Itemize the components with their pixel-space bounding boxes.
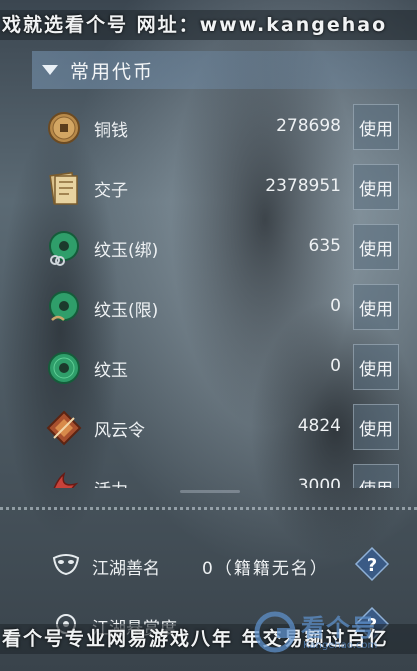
- scroll-handle[interactable]: [180, 490, 240, 493]
- section-title: 常用代币: [70, 60, 155, 83]
- help-icon[interactable]: ?: [354, 546, 390, 582]
- fengyun-token-icon: [46, 410, 82, 446]
- item-value: 4824: [297, 416, 341, 436]
- logo-subtext: Kangehao.com: [303, 640, 378, 651]
- jade-icon: [48, 352, 80, 384]
- collapse-triangle-icon[interactable]: [42, 65, 58, 75]
- copper-coin-icon: [48, 112, 80, 144]
- reputation-row: 江湖善名 0（籍籍无名） ?: [32, 540, 417, 590]
- divider: [0, 507, 417, 514]
- list-item: 纹玉(限) 0 使用: [32, 278, 417, 338]
- limited-jade-icon: [49, 291, 79, 321]
- use-button[interactable]: 使用: [353, 224, 399, 270]
- item-value: 635: [308, 236, 341, 256]
- item-name: 交子: [94, 181, 128, 201]
- use-button[interactable]: 使用: [353, 344, 399, 390]
- game-screen: 戏就选看个号 网址：www.kangehao 常用代币 铜钱 278698 使用: [0, 0, 417, 671]
- site-logo-watermark: 看个号 Kangehao.com: [243, 608, 393, 668]
- section-header-common-tokens[interactable]: 常用代币: [32, 51, 417, 89]
- logo-text: 看个号: [301, 614, 376, 642]
- vitality-icon: [53, 472, 79, 488]
- item-name: 铜钱: [94, 121, 128, 141]
- reputation-value: 0（籍籍无名）: [202, 559, 329, 579]
- svg-text:?: ?: [367, 555, 377, 576]
- use-button[interactable]: 使用: [353, 284, 399, 330]
- list-item: 纹玉 0 使用: [32, 338, 417, 398]
- list-item: 交子 2378951 使用: [32, 158, 417, 218]
- watermark-banner-top: 戏就选看个号 网址：www.kangehao: [0, 10, 417, 40]
- item-value: 0: [330, 296, 341, 316]
- item-name: 活力: [94, 476, 128, 488]
- item-value: 2378951: [265, 176, 341, 196]
- use-button[interactable]: 使用: [353, 404, 399, 450]
- list-item: 铜钱 278698 使用: [32, 98, 417, 158]
- list-item: 风云令 4824 使用: [32, 398, 417, 458]
- list-item: 纹玉(绑) 635 使用: [32, 218, 417, 278]
- item-name: 纹玉(绑): [94, 241, 159, 261]
- paper-money-icon: [49, 171, 78, 205]
- use-button[interactable]: 使用: [353, 104, 399, 150]
- item-value: 278698: [276, 116, 341, 136]
- use-button[interactable]: 使用: [353, 464, 399, 488]
- logo-icon: [254, 611, 296, 653]
- item-name: 纹玉: [94, 361, 128, 381]
- bound-jade-icon: [49, 231, 79, 266]
- mask-icon: [52, 554, 80, 576]
- reputation-label: 江湖善名: [92, 559, 160, 579]
- item-value: 0: [330, 356, 341, 376]
- use-button[interactable]: 使用: [353, 164, 399, 210]
- item-name: 风云令: [94, 421, 145, 441]
- item-value: 3000: [297, 476, 341, 488]
- token-list: 铜钱 278698 使用 交子 2378951 使用 纹玉(绑) 635 使用 …: [32, 98, 417, 488]
- item-name: 纹玉(限): [94, 301, 159, 321]
- list-item: 活力 3000 使用: [32, 458, 417, 488]
